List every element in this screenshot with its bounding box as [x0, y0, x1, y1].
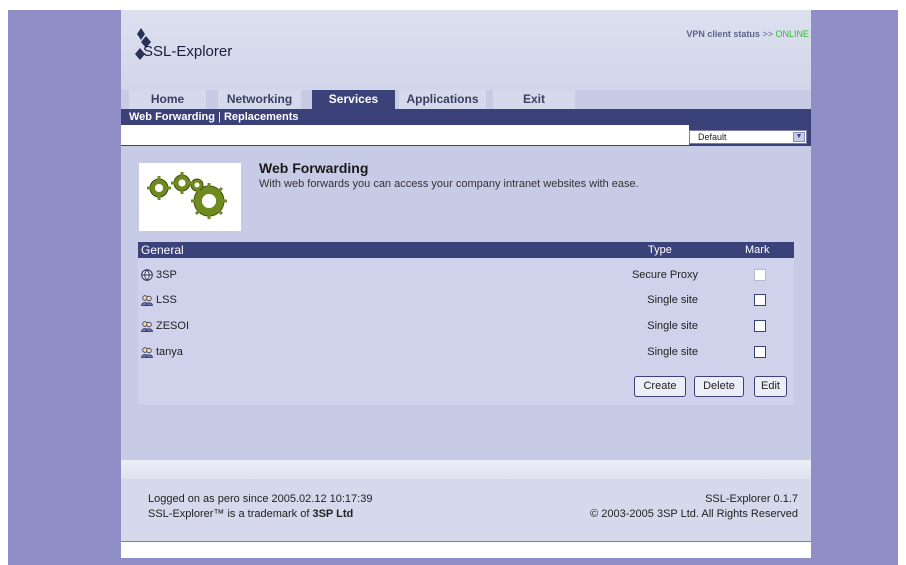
- row-name[interactable]: tanya: [156, 341, 183, 363]
- toolbar-strip: [121, 125, 689, 145]
- logo-text: SSL-Explorer: [143, 43, 233, 60]
- users-icon: [141, 321, 153, 332]
- copyright-text: © 2003-2005 3SP Ltd. All Rights Reserved: [590, 508, 798, 520]
- row-mark-checkbox: [754, 269, 766, 281]
- table-row: LSS Single site: [138, 289, 794, 311]
- subnav-replacements[interactable]: Replacements: [224, 111, 299, 123]
- vpn-status-value: ONLINE: [775, 29, 809, 39]
- tab-services[interactable]: Services: [312, 90, 395, 109]
- trademark-prefix: SSL-Explorer™ is a trademark of: [148, 508, 310, 520]
- row-name[interactable]: 3SP: [156, 264, 177, 286]
- users-icon: [141, 295, 153, 306]
- row-mark-checkbox[interactable]: [754, 346, 766, 358]
- vpn-status: VPN client status >> ONLINE: [686, 29, 809, 39]
- footer-separator: [121, 460, 811, 479]
- column-header-general: General: [141, 243, 184, 257]
- delete-button[interactable]: Delete: [694, 376, 744, 397]
- table-row: ZESOI Single site: [138, 315, 794, 337]
- gears-icon: [147, 172, 227, 219]
- users-icon: [141, 347, 153, 358]
- trademark-text: SSL-Explorer™ is a trademark of 3SP Ltd: [148, 508, 353, 520]
- subnav-web-forwarding[interactable]: Web Forwarding: [129, 111, 215, 123]
- tab-home[interactable]: Home: [129, 90, 206, 109]
- globe-icon: [141, 269, 153, 281]
- chevron-down-icon: ▼: [793, 132, 805, 142]
- row-type: Secure Proxy: [631, 269, 698, 281]
- column-header-type: Type: [648, 244, 672, 256]
- row-name[interactable]: LSS: [156, 289, 177, 311]
- row-type: Single site: [647, 346, 698, 358]
- table-header: General Type Mark: [138, 242, 794, 258]
- tab-applications[interactable]: Applications: [399, 90, 486, 109]
- row-name[interactable]: ZESOI: [156, 315, 189, 337]
- version-text: SSL-Explorer 0.1.7: [705, 493, 798, 505]
- column-header-mark: Mark: [745, 244, 770, 256]
- table-row: tanya Single site: [138, 341, 794, 363]
- subnav-separator: |: [218, 111, 221, 123]
- row-mark-checkbox[interactable]: [754, 320, 766, 332]
- logged-on-text: Logged on as pero since 2005.02.12 10:17…: [148, 493, 373, 505]
- header: SSL-Explorer VPN client status >> ONLINE: [121, 10, 811, 90]
- create-button[interactable]: Create: [634, 376, 686, 397]
- vpn-status-label: VPN client status: [686, 29, 760, 39]
- table-row: 3SP Secure Proxy: [138, 264, 794, 286]
- tab-networking[interactable]: Networking: [218, 90, 301, 109]
- theme-select-value: Default: [698, 132, 727, 142]
- footer-bottom-strip: [121, 542, 811, 558]
- row-type: Single site: [647, 320, 698, 332]
- sub-navigation: Web Forwarding | Replacements: [121, 109, 811, 125]
- trademark-company: 3SP Ltd: [312, 508, 354, 520]
- theme-select[interactable]: Default ▼: [689, 130, 807, 144]
- row-type: Single site: [647, 294, 698, 306]
- edit-button[interactable]: Edit: [754, 376, 787, 397]
- page-title: Web Forwarding: [259, 160, 369, 176]
- page-description: With web forwards you can access your co…: [259, 178, 639, 190]
- vpn-status-separator: >>: [762, 29, 773, 39]
- web-forwarding-image: [139, 163, 241, 231]
- row-mark-checkbox[interactable]: [754, 294, 766, 306]
- tab-exit[interactable]: Exit: [493, 90, 575, 109]
